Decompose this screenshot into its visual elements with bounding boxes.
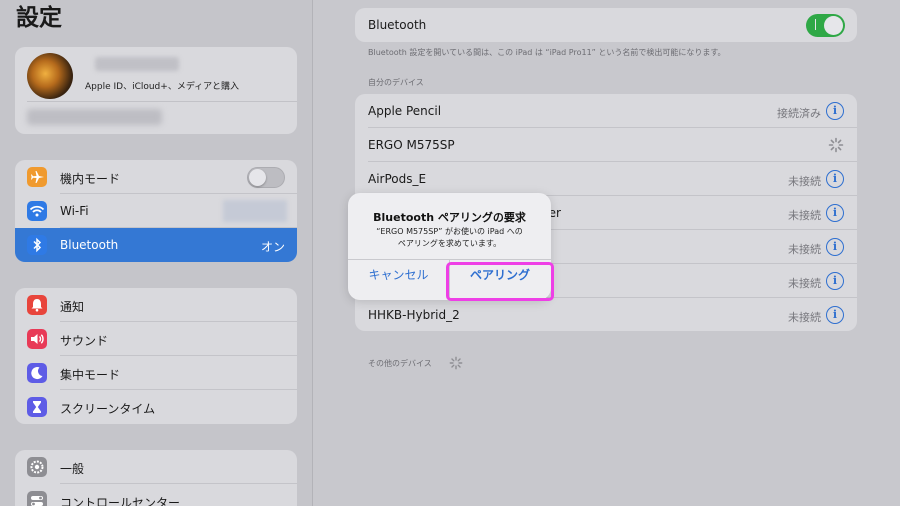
bluetooth-icon: [27, 235, 47, 255]
info-icon[interactable]: i: [826, 170, 844, 188]
general-group: 一般 コントロールセンター: [15, 450, 297, 506]
info-icon[interactable]: i: [826, 272, 844, 290]
sidebar-item-label: Wi-Fi: [60, 204, 89, 218]
apple-id-card[interactable]: Apple ID、iCloud+、メディアと購入: [15, 47, 297, 134]
cancel-button[interactable]: キャンセル: [348, 260, 449, 300]
sidebar: 設定 Apple ID、iCloud+、メディアと購入 機内モード Wi-Fi: [0, 0, 313, 506]
sidebar-item-label: コントロールセンター: [60, 496, 181, 506]
loading-spinner-icon: [828, 137, 844, 153]
device-row[interactable]: Apple Pencil 接続済み i: [355, 94, 857, 128]
device-status: 接続済み: [777, 107, 821, 120]
notifications-group: 通知 サウンド 集中モード スクリーンタイム: [15, 288, 297, 424]
sidebar-item-label: 通知: [60, 300, 85, 314]
airplane-mode-toggle[interactable]: [247, 167, 285, 188]
device-status: 未接続: [788, 175, 821, 188]
profile-subtitle: Apple ID、iCloud+、メディアと購入: [85, 82, 240, 92]
airplane-icon: [27, 167, 47, 187]
bluetooth-toggle[interactable]: [806, 14, 845, 37]
other-devices-header: その他のデバイス: [368, 359, 432, 368]
my-devices-header: 自分のデバイス: [368, 78, 424, 87]
device-status: 未接続: [788, 311, 821, 324]
alert-message-line2: ペアリングを求めています。: [397, 239, 502, 248]
device-row[interactable]: ERGO M575SP: [355, 128, 857, 162]
divider: [27, 101, 297, 102]
info-icon[interactable]: i: [826, 306, 844, 324]
sidebar-item-general[interactable]: 一般: [15, 450, 297, 484]
sidebar-item-notifications[interactable]: 通知: [15, 288, 297, 322]
sidebar-item-wifi[interactable]: Wi-Fi: [15, 194, 297, 228]
sidebar-item-airplane-mode[interactable]: 機内モード: [15, 160, 297, 194]
highlight-annotation: [446, 262, 554, 301]
gear-icon: [27, 457, 47, 477]
sidebar-item-sounds[interactable]: サウンド: [15, 322, 297, 356]
alert-title: Bluetooth ペアリングの要求: [373, 211, 526, 224]
avatar: [27, 53, 73, 99]
bluetooth-toggle-row: Bluetooth: [355, 8, 857, 42]
profile-row-redacted[interactable]: [27, 109, 162, 125]
bluetooth-label: Bluetooth: [368, 18, 427, 32]
info-icon[interactable]: i: [826, 204, 844, 222]
device-name: Apple Pencil: [368, 104, 442, 118]
device-row[interactable]: AirPods_E 未接続 i: [355, 162, 857, 196]
loading-spinner-icon: [449, 356, 463, 370]
info-icon[interactable]: i: [826, 102, 844, 120]
alert-message-line1: “ERGO M575SP” がお使いの iPad への: [376, 227, 523, 236]
wifi-icon: [27, 201, 47, 221]
info-icon[interactable]: i: [826, 238, 844, 256]
device-status: 未接続: [788, 209, 821, 222]
speaker-icon: [27, 329, 47, 349]
device-name: ERGO M575SP: [368, 138, 455, 152]
sidebar-item-focus[interactable]: 集中モード: [15, 356, 297, 390]
profile-name-redacted: [95, 57, 179, 71]
bluetooth-discoverable-note: Bluetooth 設定を開いている間は、この iPad は “iPad Pro…: [368, 48, 726, 57]
sidebar-item-label: Bluetooth: [60, 238, 119, 252]
wifi-network-redacted: [223, 200, 287, 222]
hourglass-icon: [27, 397, 47, 417]
device-name: HHKB-Hybrid_2: [368, 308, 460, 322]
toggles-icon: [27, 491, 47, 506]
sidebar-item-label: サウンド: [60, 334, 109, 348]
device-status: 未接続: [788, 277, 821, 290]
sidebar-item-bluetooth[interactable]: Bluetooth オン: [15, 228, 297, 262]
sidebar-item-label: 一般: [60, 462, 85, 476]
bluetooth-status-value: オン: [260, 240, 285, 254]
device-row[interactable]: HHKB-Hybrid_2 未接続 i: [355, 298, 857, 331]
device-status: 未接続: [788, 243, 821, 256]
sidebar-item-label: 機内モード: [60, 172, 121, 186]
sidebar-item-screen-time[interactable]: スクリーンタイム: [15, 390, 297, 424]
sidebar-item-label: スクリーンタイム: [60, 402, 156, 416]
moon-icon: [27, 363, 47, 383]
connectivity-group: 機内モード Wi-Fi Bluetooth オン: [15, 160, 297, 262]
sidebar-item-control-center[interactable]: コントロールセンター: [15, 484, 297, 506]
sidebar-item-label: 集中モード: [60, 368, 121, 382]
bell-icon: [27, 295, 47, 315]
device-name: AirPods_E: [368, 172, 427, 186]
page-title: 設定: [16, 5, 62, 31]
